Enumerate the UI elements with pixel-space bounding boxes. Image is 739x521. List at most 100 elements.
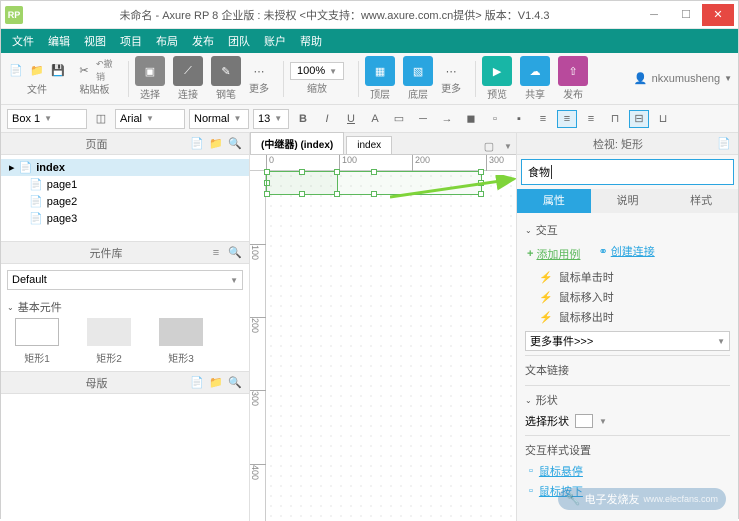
send-back-icon[interactable]: ▧	[403, 56, 433, 86]
canvas[interactable]: 0 100 200 300 100 200 300 400	[250, 155, 516, 521]
menu-edit[interactable]: 编辑	[41, 29, 77, 53]
valign-top-icon[interactable]: ⊓	[605, 110, 625, 128]
menu-publish[interactable]: 发布	[185, 29, 221, 53]
search-icon[interactable]: 🔍	[227, 136, 243, 152]
event-onclick[interactable]: ⚡鼠标单击时	[525, 267, 730, 287]
menu-file[interactable]: 文件	[5, 29, 41, 53]
selected-widget[interactable]	[266, 171, 482, 195]
bold-icon[interactable]: B	[293, 110, 313, 128]
interactions-section[interactable]: ⌄交互	[525, 219, 730, 241]
pen-icon[interactable]: ✎	[211, 56, 241, 86]
minimize-button[interactable]: ─	[638, 4, 670, 26]
ruler-vertical: 100 200 300 400	[250, 171, 266, 521]
titlebar: RP 未命名 - Axure RP 8 企业版 : 未授权 <中文支持：www.…	[1, 1, 738, 29]
publish-icon[interactable]: ⇧	[558, 56, 588, 86]
tab-index[interactable]: index	[346, 136, 392, 154]
bring-front-icon[interactable]: ▦	[365, 56, 395, 86]
menu-project[interactable]: 项目	[113, 29, 149, 53]
more-events-select[interactable]: 更多事件>>>▼	[525, 331, 730, 351]
new-file-icon[interactable]: 📄	[7, 61, 25, 79]
lib-menu-icon[interactable]: ≡	[208, 245, 224, 261]
close-canvas-icon[interactable]: ▢	[481, 138, 497, 154]
valign-mid-icon[interactable]: ⊟	[629, 110, 649, 128]
italic-icon[interactable]: I	[317, 110, 337, 128]
text-link-section: 文本链接	[525, 355, 730, 381]
shape-section[interactable]: ⌄形状	[525, 385, 730, 411]
widget-rect1[interactable]: 矩形1	[15, 318, 59, 365]
tab-repeater[interactable]: (中继器) (index)	[250, 132, 344, 154]
add-master-icon[interactable]: 📄	[189, 375, 205, 391]
open-file-icon[interactable]: 📁	[28, 61, 46, 79]
text-color-icon[interactable]: A	[365, 110, 385, 128]
widget-rect3[interactable]: 矩形3	[159, 318, 203, 365]
tree-item-index[interactable]: ▸📄index	[1, 159, 249, 176]
border-icon[interactable]: ▭	[389, 110, 409, 128]
maximize-button[interactable]: ☐	[670, 4, 702, 26]
underline-icon[interactable]: U	[341, 110, 361, 128]
tree-item-page1[interactable]: 📄page1	[1, 176, 249, 193]
align-left-icon[interactable]: ≡	[533, 110, 553, 128]
event-onmouseenter[interactable]: ⚡鼠标移入时	[525, 287, 730, 307]
ruler-horizontal: 0 100 200 300	[250, 155, 516, 171]
menu-view[interactable]: 视图	[77, 29, 113, 53]
align-right-icon[interactable]: ≡	[581, 110, 601, 128]
tab-style[interactable]: 样式	[664, 189, 738, 213]
clipboard-group-label: 粘贴板	[80, 81, 110, 96]
shadow-out-icon[interactable]: ▫	[485, 110, 505, 128]
tabs-menu-icon[interactable]: ▼	[500, 138, 516, 154]
add-master-folder-icon[interactable]: 📁	[208, 375, 224, 391]
weight-select[interactable]: Normal▼	[189, 109, 249, 129]
share-icon[interactable]: ☁	[520, 56, 550, 86]
lib-search-icon[interactable]: 🔍	[227, 245, 243, 261]
ix-styles-section: 交互样式设置	[525, 435, 730, 461]
zoom-select[interactable]: 100%▼	[290, 62, 344, 80]
event-onmouseleave[interactable]: ⚡鼠标移出时	[525, 307, 730, 327]
undo-icon[interactable]: ↶撤销	[96, 61, 114, 79]
menu-help[interactable]: 帮助	[293, 29, 329, 53]
connect-icon[interactable]: ⟋	[173, 56, 203, 86]
location-icon[interactable]: ◫	[91, 110, 111, 128]
save-file-icon[interactable]: 💾	[49, 61, 67, 79]
add-folder-icon[interactable]: 📁	[208, 136, 224, 152]
tab-notes[interactable]: 说明	[591, 189, 665, 213]
add-case-link[interactable]: +添加用例	[525, 243, 582, 265]
cut-icon[interactable]: ✂	[75, 61, 93, 79]
master-search-icon[interactable]: 🔍	[227, 375, 243, 391]
tree-item-page2[interactable]: 📄page2	[1, 193, 249, 210]
user-menu[interactable]: 👤nkxumusheng▼	[634, 72, 732, 85]
tab-properties[interactable]: 属性	[517, 189, 591, 213]
preview-icon[interactable]: ▶	[482, 56, 512, 86]
fill-icon[interactable]: ◼	[461, 110, 481, 128]
widget-rect2[interactable]: 矩形2	[87, 318, 131, 365]
shape-picker[interactable]	[575, 414, 593, 428]
inspector-header: 检视: 矩形 📄	[517, 133, 738, 155]
shadow-in-icon[interactable]: ▪	[509, 110, 529, 128]
library-panel-header: 元件库 ≡ 🔍	[1, 242, 249, 264]
more-icon[interactable]: ⋯	[250, 62, 268, 80]
create-link[interactable]: ⚭ 创建连接	[598, 243, 654, 265]
widget-name-input[interactable]: Box 1▼	[7, 109, 87, 129]
format-toolbar: Box 1▼ ◫ Arial▼ Normal▼ 13▼ B I U A ▭ ─ …	[1, 105, 738, 133]
add-page-icon[interactable]: 📄	[189, 136, 205, 152]
more2-icon[interactable]: ⋯	[442, 62, 460, 80]
basic-widgets-header[interactable]: ⌄基本元件	[7, 296, 243, 318]
arrow-icon[interactable]: →	[437, 110, 457, 128]
select-mode-icon[interactable]: ▣	[135, 56, 165, 86]
masters-panel-header: 母版 📄 📁 🔍	[1, 372, 249, 394]
library-select[interactable]: Default▼	[7, 270, 243, 290]
style-hover[interactable]: ▫鼠标悬停	[525, 461, 730, 481]
tree-item-page3[interactable]: 📄page3	[1, 210, 249, 227]
inspector-page-icon[interactable]: 📄	[716, 136, 732, 152]
font-select[interactable]: Arial▼	[115, 109, 185, 129]
menu-account[interactable]: 账户	[257, 29, 293, 53]
size-select[interactable]: 13▼	[253, 109, 289, 129]
main-toolbar: 📄 📁 💾 文件 ✂ ↶撤销 粘贴板 ▣选择 ⟋连接 ✎钢笔 ⋯更多 100%▼…	[1, 53, 738, 105]
line-icon[interactable]: ─	[413, 110, 433, 128]
widget-name-field[interactable]: 食物	[521, 159, 734, 185]
align-center-icon[interactable]: ≡	[557, 110, 577, 128]
watermark: 🔧 电子发烧友www.elecfans.com	[558, 488, 726, 510]
menu-arrange[interactable]: 布局	[149, 29, 185, 53]
close-button[interactable]: ✕	[702, 4, 734, 26]
menu-team[interactable]: 团队	[221, 29, 257, 53]
valign-bot-icon[interactable]: ⊔	[653, 110, 673, 128]
